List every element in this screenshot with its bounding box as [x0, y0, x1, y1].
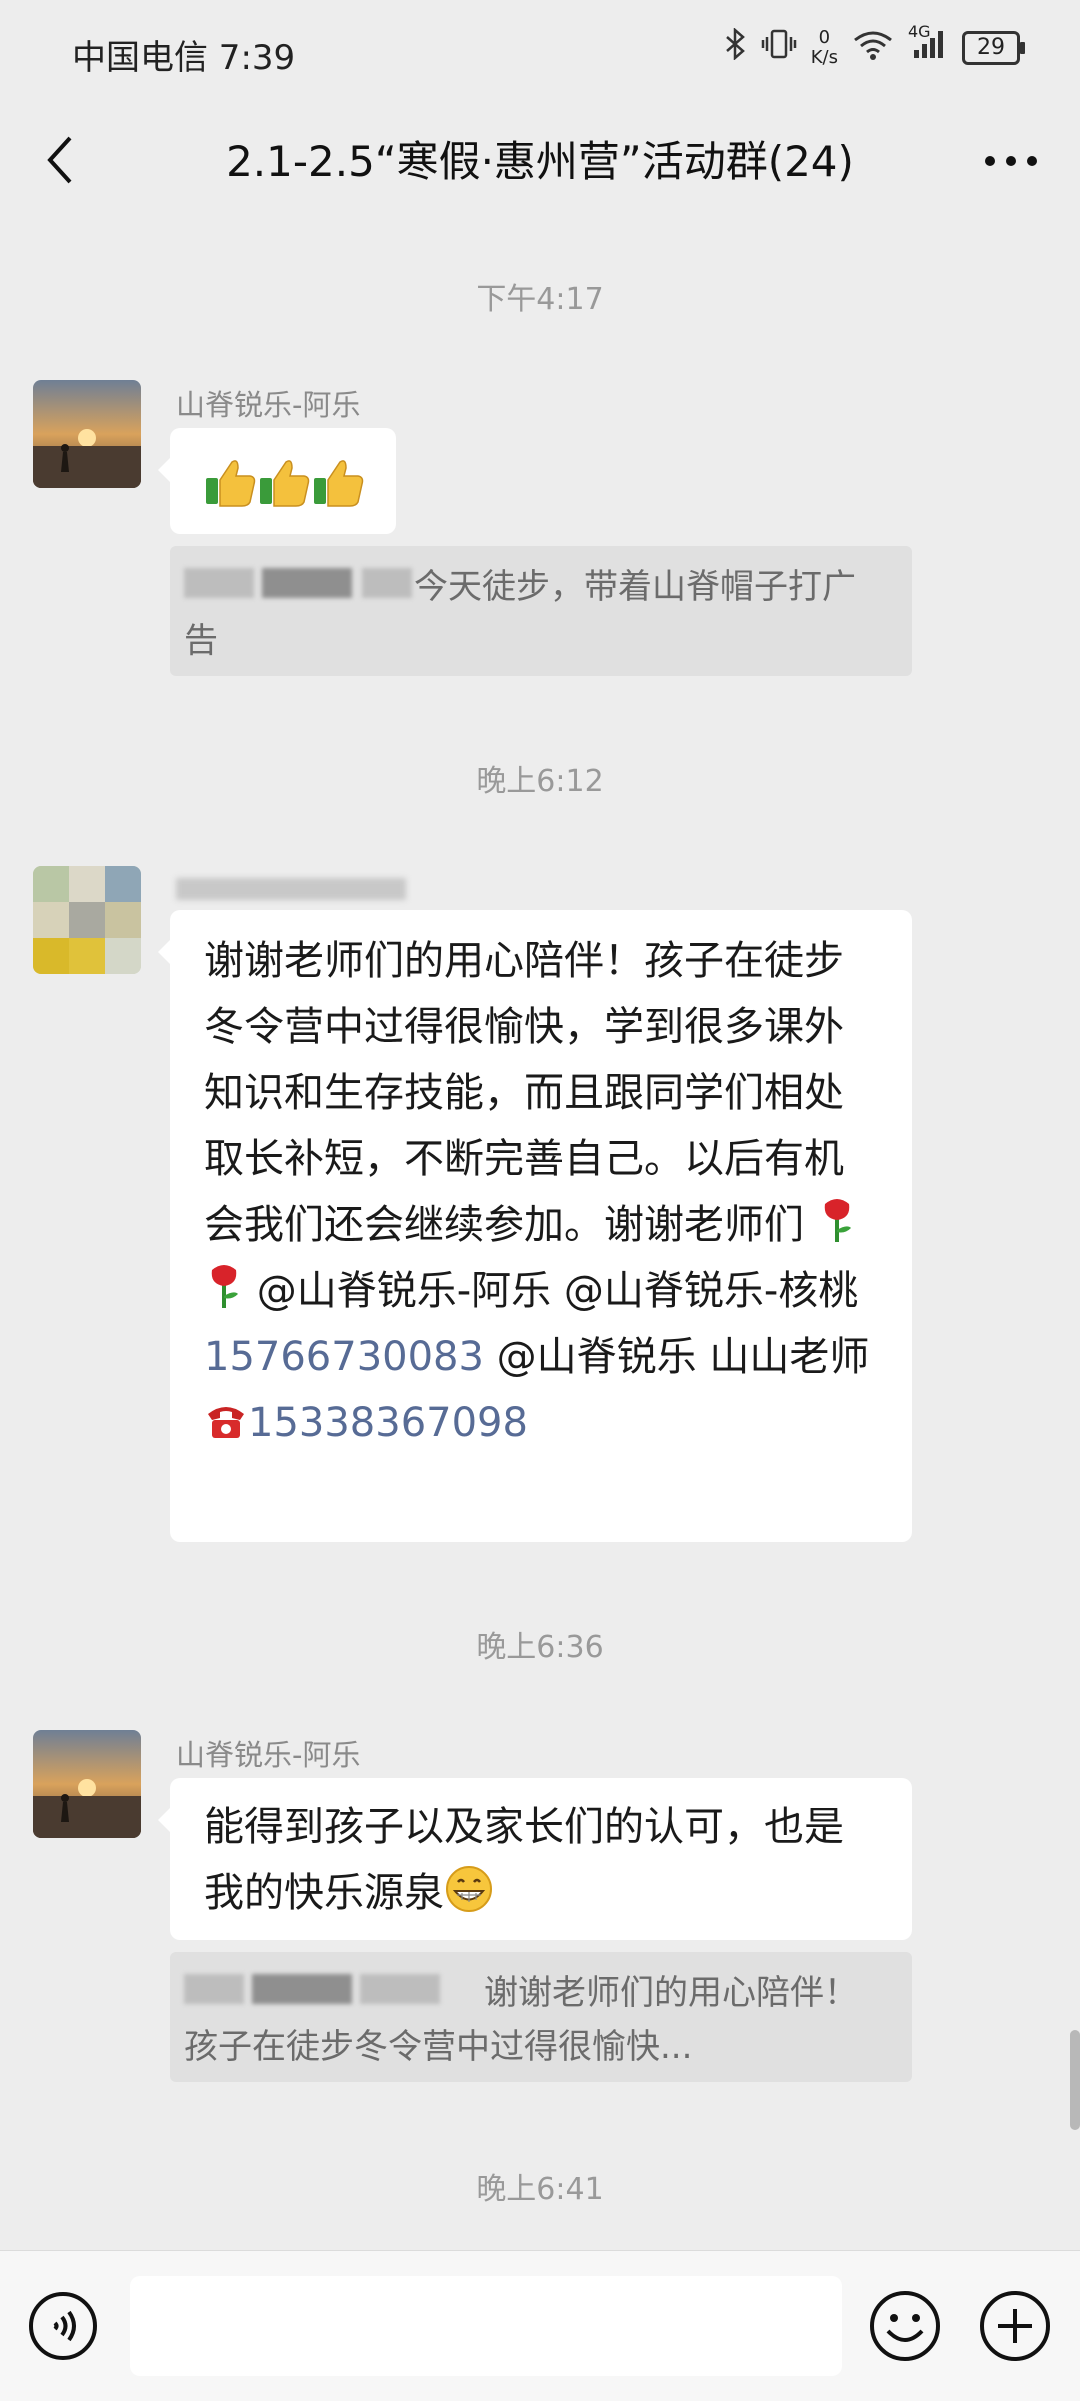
message-list[interactable]: 下午4:17 山脊锐乐-阿乐 今天徒步，带着山脊帽子打广告 晚上6:12 谢谢老…	[0, 220, 1080, 2210]
status-bar: 中国电信 7:39 0 K/s 4G 29	[0, 0, 1080, 100]
plus-icon	[980, 2291, 1050, 2361]
more-functions-button[interactable]	[978, 2289, 1052, 2363]
mention-text: @山脊锐乐-阿乐 @山脊锐乐-核桃	[256, 1268, 859, 1314]
page-title: 2.1-2.5“寒假·惠州营”活动群(24)	[226, 137, 854, 186]
scrollbar[interactable]	[1070, 2030, 1080, 2130]
timestamp: 下午4:17	[476, 282, 604, 317]
quoted-text: 谢谢老师们的用心陪伴！孩子在徒步冬令营中过得很愉快...	[184, 1973, 858, 2067]
mention-text: @山脊锐乐 山山老师	[483, 1334, 870, 1380]
message-bubble[interactable]: 能得到孩子以及家长们的认可，也是我的快乐源泉	[158, 1778, 912, 1940]
blurred-sender-name	[176, 878, 406, 900]
avatar[interactable]	[33, 380, 141, 488]
sender-name: 山脊锐乐-阿乐	[176, 388, 361, 422]
carrier-time: 中国电信 7:39	[72, 38, 296, 78]
avatar[interactable]	[33, 1730, 141, 1838]
battery-icon: 29	[962, 31, 1025, 65]
message-bubble[interactable]: 谢谢老师们的用心陪伴！孩子在徒步冬令营中过得很愉快，学到很多课外知识和生存技能，…	[158, 910, 912, 1542]
phone-link[interactable]: 15338367098	[248, 1400, 528, 1446]
bluetooth-icon	[725, 27, 747, 68]
chevron-left-icon	[47, 136, 72, 184]
message-text: 谢谢老师们的用心陪伴！孩子在徒步冬令营中过得很愉快，学到很多课外知识和生存技能，…	[204, 938, 844, 1248]
status-icons: 0 K/s 4G 29	[725, 22, 1025, 68]
quoted-message[interactable]: 谢谢老师们的用心陪伴！孩子在徒步冬令营中过得很愉快...	[170, 1952, 912, 2082]
rose-emoji	[817, 1199, 857, 1248]
wifi-icon	[852, 28, 894, 68]
voice-icon	[29, 2292, 97, 2360]
more-icon	[985, 156, 1037, 166]
chat-header: 2.1-2.5“寒假·惠州营”活动群(24)	[0, 100, 1080, 220]
rose-emoji	[204, 1265, 244, 1314]
more-options-button[interactable]	[976, 138, 1046, 184]
timestamp: 晚上6:12	[476, 764, 604, 799]
phone-link[interactable]: 15766730083	[204, 1334, 484, 1380]
quoted-text: 今天徒步，带着山脊帽子打广告	[184, 567, 856, 661]
message-bubble[interactable]	[158, 428, 396, 534]
timestamp: 晚上6:36	[476, 1630, 604, 1665]
message-input[interactable]	[130, 2276, 842, 2376]
smiley-icon	[870, 2291, 940, 2361]
timestamp: 晚上6:41	[476, 2172, 604, 2207]
telephone-emoji	[204, 1400, 248, 1446]
network-speed: 0 K/s	[810, 27, 838, 68]
message-text: 能得到孩子以及家长们的认可，也是我的快乐源泉	[204, 1804, 844, 1916]
thumbs-up-emoji	[206, 460, 364, 507]
sender-name: 山脊锐乐-阿乐	[176, 1738, 361, 1772]
grinning-emoji	[444, 1866, 494, 1916]
quoted-message[interactable]: 今天徒步，带着山脊帽子打广告	[170, 546, 912, 676]
signal-icon: 4G	[908, 22, 948, 68]
avatar[interactable]	[33, 866, 141, 974]
input-bar	[0, 2250, 1080, 2401]
vibrate-icon	[761, 28, 797, 68]
voice-input-button[interactable]	[28, 2291, 98, 2361]
emoji-button[interactable]	[868, 2289, 942, 2363]
back-button[interactable]	[30, 122, 90, 198]
